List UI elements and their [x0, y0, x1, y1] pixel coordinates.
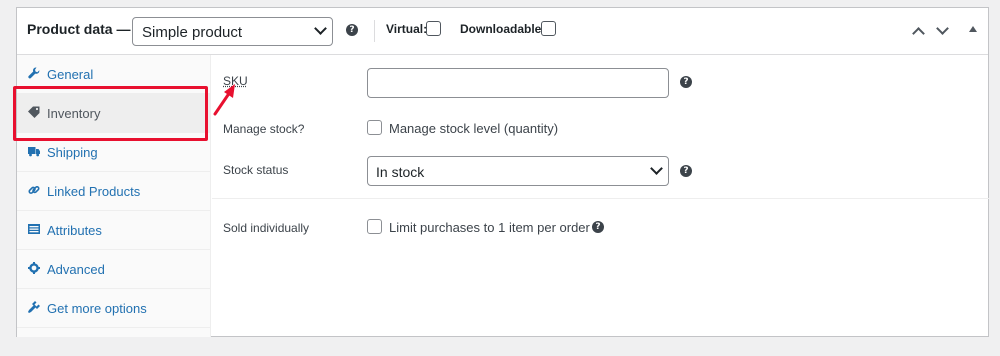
tab-advanced[interactable]: Advanced	[17, 250, 211, 289]
chevron-down-icon	[314, 22, 327, 35]
manage-stock-text: Manage stock level (quantity)	[389, 121, 559, 136]
virtual-checkbox[interactable]	[426, 21, 441, 36]
sold-individually-checkbox[interactable]	[367, 219, 382, 234]
product-type-select[interactable]: Simple product	[132, 17, 333, 46]
move-down-icon[interactable]	[936, 22, 949, 35]
section-divider	[212, 198, 989, 199]
link-icon	[28, 185, 40, 194]
manage-stock-checkbox[interactable]	[367, 120, 382, 135]
tab-label: Advanced	[47, 262, 105, 277]
divider	[374, 20, 375, 42]
tab-linked-products[interactable]: Linked Products	[17, 172, 211, 211]
virtual-label: Virtual:	[386, 22, 428, 36]
plugin-icon	[28, 301, 40, 313]
inventory-highlight-box	[13, 86, 208, 141]
move-up-icon[interactable]	[912, 27, 925, 40]
downloadable-label: Downloadable:	[460, 22, 546, 36]
tab-label: Get more options	[47, 301, 147, 316]
downloadable-checkbox[interactable]	[541, 21, 556, 36]
stock-status-value: In stock	[376, 164, 425, 180]
list-icon	[28, 224, 40, 234]
product-data-header: Product data — Simple product ? Virtual:…	[17, 8, 988, 55]
tab-attributes[interactable]: Attributes	[17, 211, 211, 250]
sku-input[interactable]	[367, 68, 669, 98]
tab-label: Shipping	[47, 145, 98, 160]
annotation-arrow-icon	[213, 84, 235, 116]
product-data-panel: Product data — Simple product ? Virtual:…	[16, 7, 989, 337]
gear-icon	[28, 262, 40, 274]
collapse-toggle-icon[interactable]	[969, 26, 977, 32]
tab-label: General	[47, 67, 94, 82]
manage-stock-label: Manage stock?	[223, 122, 305, 136]
tab-label: Attributes	[47, 223, 102, 238]
sold-individually-help-icon[interactable]: ?	[592, 221, 604, 233]
tab-label: Linked Products	[47, 184, 141, 199]
stock-status-select[interactable]: In stock	[367, 156, 669, 186]
truck-icon	[28, 147, 40, 157]
sold-individually-label: Sold individually	[223, 221, 310, 235]
tab-get-more-options[interactable]: Get more options	[17, 289, 211, 328]
help-icon[interactable]: ?	[346, 24, 358, 36]
sold-individually-text: Limit purchases to 1 item per order	[389, 220, 590, 235]
wrench-icon	[28, 67, 40, 79]
product-data-title: Product data —	[27, 21, 131, 37]
stock-status-label: Stock status	[223, 163, 289, 177]
chevron-down-icon	[650, 162, 663, 175]
sku-help-icon[interactable]: ?	[680, 76, 692, 88]
product-type-value: Simple product	[142, 24, 243, 41]
stock-status-help-icon[interactable]: ?	[680, 165, 692, 177]
